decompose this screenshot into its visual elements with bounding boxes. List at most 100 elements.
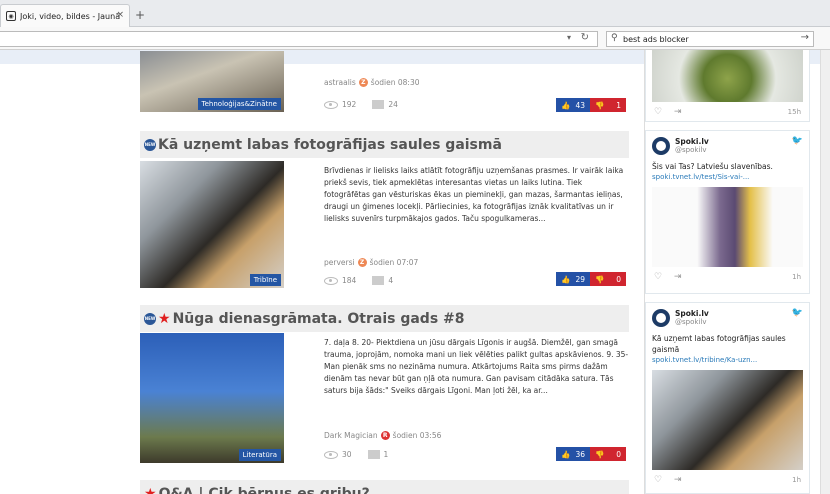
post-time: šodien 08:30 xyxy=(370,78,420,87)
url-dropdown-icon[interactable]: ▾ xyxy=(567,33,571,42)
vote-buttons: 👍 43 👎 1 xyxy=(556,98,626,112)
dislike-button[interactable]: 👎 1 xyxy=(590,98,626,112)
article-title-bar[interactable]: ★ Q&A | Cik bērnus es gribu? xyxy=(140,480,629,494)
new-tab-icon[interactable]: + xyxy=(135,9,145,21)
tweet-handle[interactable]: @spokilv xyxy=(675,146,709,154)
like-button[interactable]: 👍 43 xyxy=(556,98,590,112)
browser-tab[interactable]: ◉ Joki, video, bildes - Jaunākais × xyxy=(0,4,130,27)
article-meta: perversi Z šodien 07:07 xyxy=(324,258,418,267)
tweet-time[interactable]: 15h xyxy=(788,108,801,116)
article-meta: astraalis Z šodien 08:30 xyxy=(324,78,420,87)
dislike-count: 0 xyxy=(616,274,621,284)
star-icon: ★ xyxy=(158,310,171,327)
tweet-link[interactable]: spoki.tvnet.lv/test/Sis-vai-... xyxy=(646,172,809,183)
search-input[interactable]: ⚲ best ads blocker → xyxy=(606,31,814,47)
search-icon: ⚲ xyxy=(611,33,618,43)
dislike-button[interactable]: 👎 0 xyxy=(590,272,626,286)
views-count: 192 xyxy=(342,100,357,109)
comments-icon[interactable] xyxy=(372,276,385,285)
article-title[interactable]: Nūga dienasgrāmata. Otrais gads #8 xyxy=(173,311,465,327)
comments-count: 4 xyxy=(388,276,394,285)
tweet-author[interactable]: Spoki.lv xyxy=(675,309,709,318)
reload-icon[interactable]: ↻ xyxy=(581,32,589,43)
article-card: ★ Q&A | Cik bērnus es gribu? xyxy=(140,480,629,494)
tweet-card: Spoki.lv @spokilv 🐦 Kā uzņemt labas foto… xyxy=(645,302,810,494)
thumb-down-icon: 👎 xyxy=(595,274,605,284)
article-thumbnail[interactable]: Literatūra xyxy=(140,333,284,463)
spoki-avatar-icon[interactable] xyxy=(652,137,670,155)
like-button[interactable]: 👍 29 xyxy=(556,272,590,286)
article-thumbnail[interactable]: Tribīne xyxy=(140,161,284,288)
author-name[interactable]: astraalis xyxy=(324,78,356,87)
reply-icon[interactable]: ♡ xyxy=(654,272,662,282)
category-label[interactable]: Literatūra xyxy=(238,449,281,461)
article-stats: 30 1 xyxy=(324,450,388,459)
tweet-image[interactable] xyxy=(652,187,803,267)
comments-count: 24 xyxy=(388,100,398,109)
tab-close-icon[interactable]: × xyxy=(116,10,124,20)
article-title[interactable]: Kā uzņemt labas fotogrāfijas saules gais… xyxy=(158,137,502,153)
author-name[interactable]: perversi xyxy=(324,258,355,267)
article-card: NEW ★ Nūga dienasgrāmata. Otrais gads #8… xyxy=(140,305,629,470)
like-count: 43 xyxy=(575,100,585,110)
search-go-icon[interactable]: → xyxy=(801,32,809,43)
category-label[interactable]: Tribīne xyxy=(249,274,281,286)
url-bar[interactable]: ▾ ↻ xyxy=(0,31,598,47)
tweet-link[interactable]: spoki.tvnet.lv/tribine/Ka-uzn... xyxy=(646,355,809,366)
share-icon[interactable]: ⇥ xyxy=(674,107,682,117)
article-stats: 184 4 xyxy=(324,276,393,285)
author-name[interactable]: Dark Magician xyxy=(324,431,378,440)
author-avatar: Z xyxy=(357,258,367,267)
thumb-up-icon: 👍 xyxy=(561,274,571,284)
article-thumbnail[interactable]: Tehnoloģijas&Zinātne xyxy=(140,51,284,112)
article-excerpt: 7. daļa 8. 20- Piektdiena un jūsu dārgai… xyxy=(324,338,629,395)
share-icon[interactable]: ⇥ xyxy=(674,272,682,282)
tweet-image[interactable] xyxy=(652,370,803,470)
author-avatar: Z xyxy=(358,78,368,87)
post-time: šodien 07:07 xyxy=(369,258,419,267)
views-count: 184 xyxy=(342,276,357,285)
tweet-footer: ♡ ⇥ 15h xyxy=(646,106,809,120)
thumb-down-icon: 👎 xyxy=(595,100,605,110)
article-title-bar[interactable]: NEW ★ Nūga dienasgrāmata. Otrais gads #8 xyxy=(140,305,629,332)
tweet-time[interactable]: 1h xyxy=(792,476,801,484)
tweet-handle[interactable]: @spokilv xyxy=(675,318,709,326)
tweet-author[interactable]: Spoki.lv xyxy=(675,137,709,146)
views-icon xyxy=(324,100,338,109)
star-icon: ★ xyxy=(144,485,157,494)
tweet-footer: ♡ ⇥ 1h xyxy=(646,474,809,488)
dislike-count: 1 xyxy=(616,100,621,110)
article-card: NEW Kā uzņemt labas fotogrāfijas saules … xyxy=(140,131,629,291)
nav-bar: ▾ ↻ ⚲ best ads blocker → ≡ xyxy=(0,27,830,71)
share-icon[interactable]: ⇥ xyxy=(674,475,682,485)
post-time: šodien 03:56 xyxy=(392,431,442,440)
reply-icon[interactable]: ♡ xyxy=(654,107,662,117)
article-card: Tehnoloģijas&Zinātne astraalis Z šodien … xyxy=(140,50,629,117)
tweet-time[interactable]: 1h xyxy=(792,273,801,281)
reply-icon[interactable]: ♡ xyxy=(654,475,662,485)
article-title-bar[interactable]: NEW Kā uzņemt labas fotogrāfijas saules … xyxy=(140,131,629,158)
views-icon xyxy=(324,450,338,459)
like-button[interactable]: 👍 36 xyxy=(556,447,590,461)
dislike-button[interactable]: 👎 0 xyxy=(590,447,626,461)
category-label[interactable]: Tehnoloģijas&Zinātne xyxy=(197,98,281,110)
comments-icon[interactable] xyxy=(372,100,385,109)
like-count: 29 xyxy=(575,274,585,284)
tweet-image[interactable] xyxy=(652,50,803,102)
new-badge-icon: NEW xyxy=(144,312,156,325)
page-scrollbar[interactable] xyxy=(820,50,830,494)
search-text[interactable]: best ads blocker xyxy=(623,35,689,44)
article-title[interactable]: Q&A | Cik bērnus es gribu? xyxy=(159,486,370,494)
article-excerpt: Brīvdienas ir lielisks laiks atlātīt fot… xyxy=(324,166,624,223)
thumb-up-icon: 👍 xyxy=(561,100,571,110)
spoki-avatar-icon[interactable] xyxy=(652,309,670,327)
twitter-bird-icon[interactable]: 🐦 xyxy=(792,136,803,146)
dislike-count: 0 xyxy=(616,449,621,459)
site-favicon-icon: ◉ xyxy=(6,11,16,21)
vote-buttons: 👍 36 👎 0 xyxy=(556,447,626,461)
tab-title: Joki, video, bildes - Jaunākais xyxy=(20,11,120,21)
new-badge-icon: NEW xyxy=(144,138,156,151)
comments-icon[interactable] xyxy=(367,450,380,459)
tweet-card: ♡ ⇥ 15h xyxy=(645,50,810,122)
twitter-bird-icon[interactable]: 🐦 xyxy=(792,308,803,318)
